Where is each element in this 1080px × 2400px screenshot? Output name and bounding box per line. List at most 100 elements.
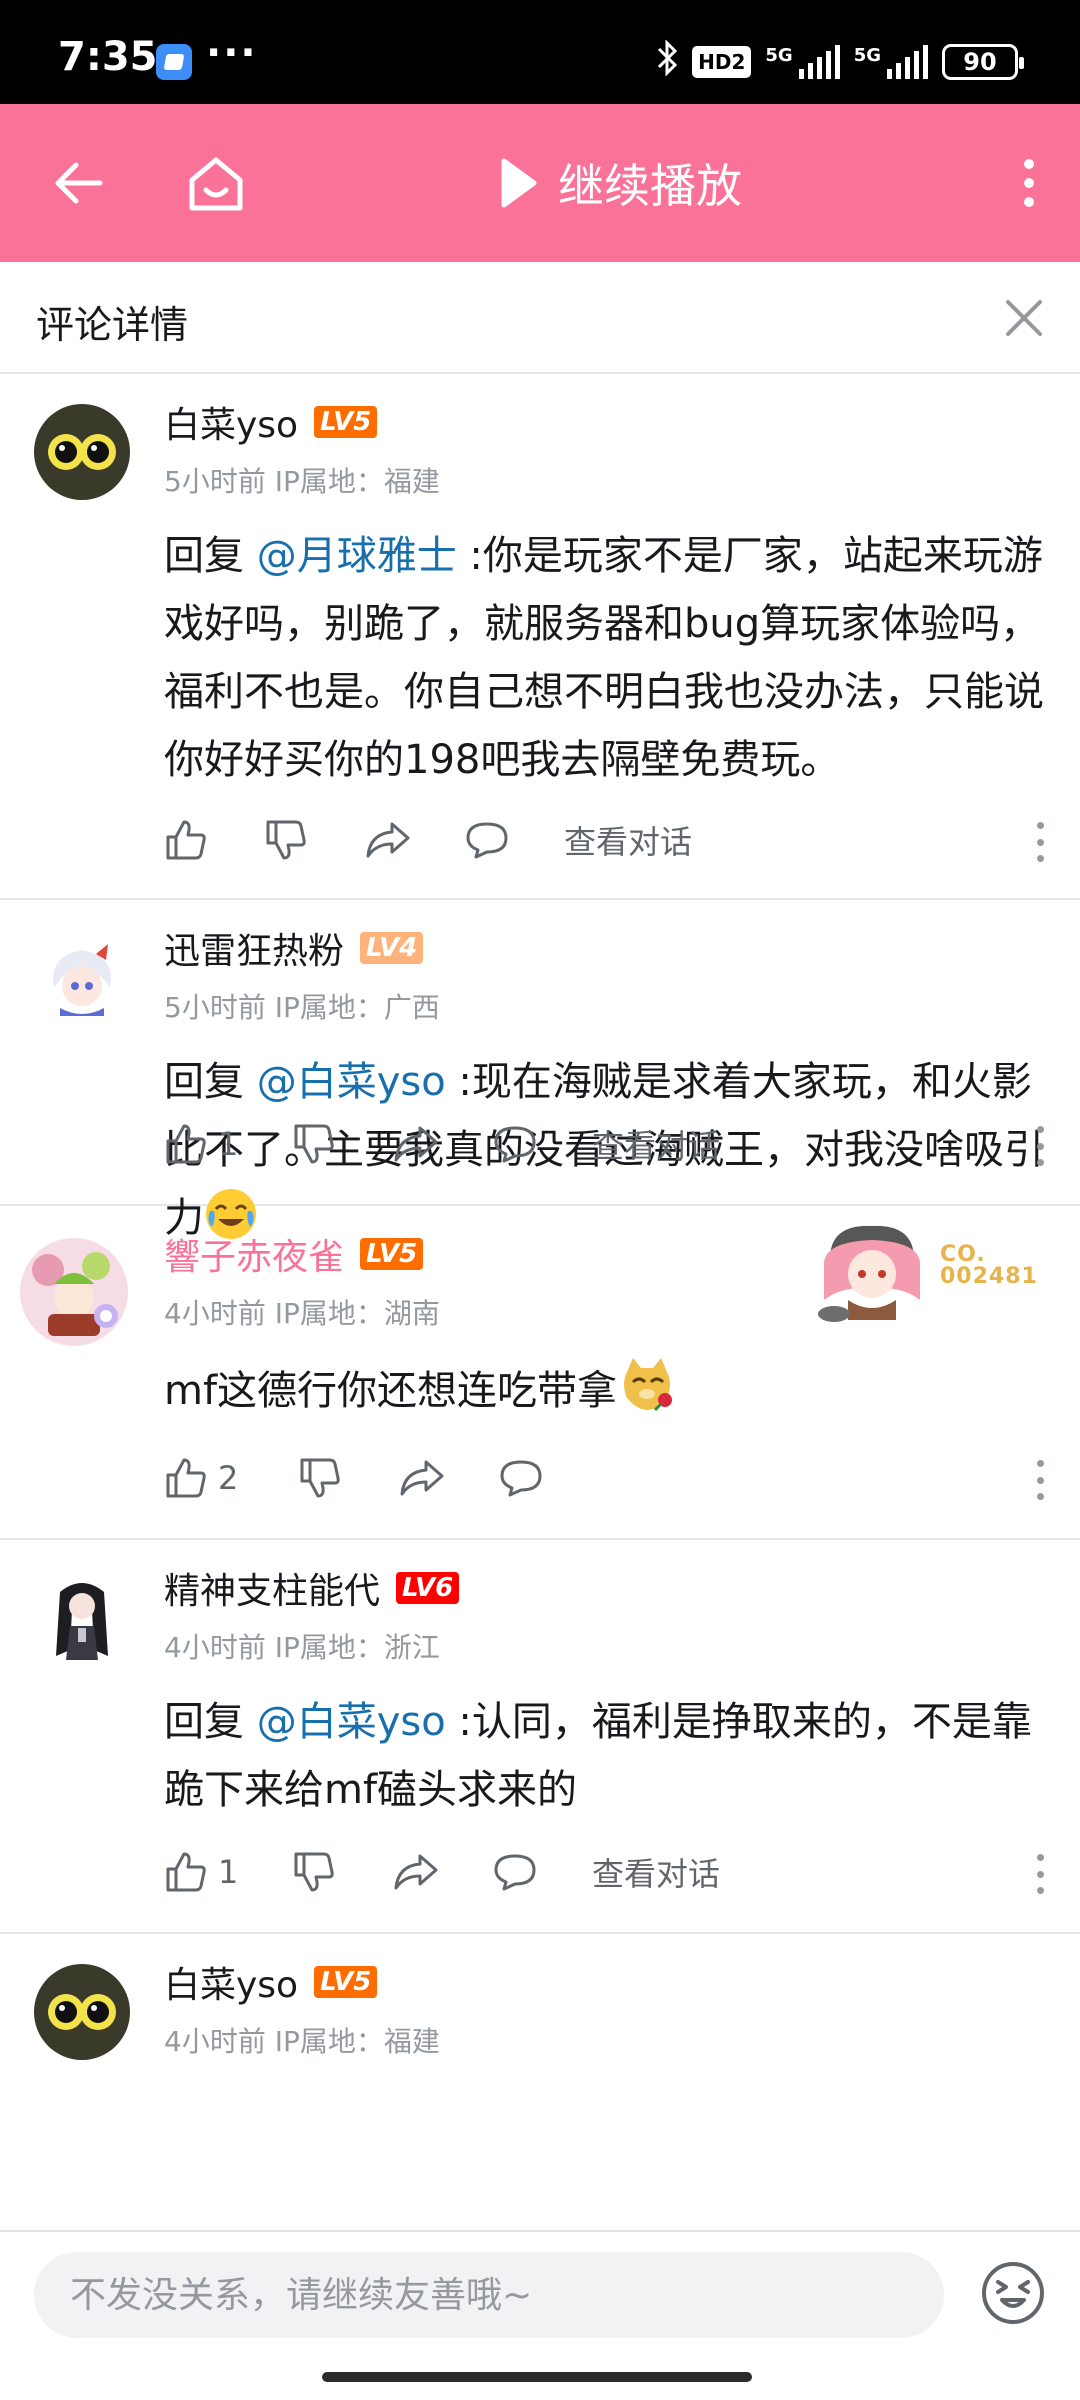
username[interactable]: 響子赤夜雀 — [164, 1228, 344, 1280]
username-row: 精神支柱能代 LV6 — [164, 1562, 460, 1614]
username[interactable]: 白菜yso — [164, 1956, 298, 2008]
like-button[interactable]: 1 — [164, 1842, 292, 1902]
comment-item: 白菜yso LV5 4小时前 IP属地：福建 — [0, 1934, 1080, 2230]
comment-input[interactable] — [34, 2252, 944, 2338]
share-button[interactable] — [364, 810, 464, 870]
level-badge: LV5 — [314, 406, 378, 438]
share-icon — [400, 1460, 444, 1496]
bluetooth-icon — [656, 38, 678, 85]
gesture-home-indicator[interactable] — [322, 2372, 752, 2382]
comment-detail-header: 评论详情 — [0, 262, 1080, 374]
like-button[interactable]: 1 — [164, 1114, 292, 1174]
comment-bubble-icon — [500, 1460, 542, 1497]
user-avatar[interactable] — [34, 1964, 130, 2060]
username-row: 迅雷狂热粉 LV4 — [164, 922, 424, 974]
home-icon — [189, 157, 243, 211]
comment-meta: 4小时前 IP属地：浙江 — [164, 1626, 440, 1666]
owl-avatar-icon — [34, 1964, 130, 2060]
share-icon — [366, 822, 410, 858]
like-button[interactable]: 2 — [164, 1448, 298, 1508]
back-button[interactable] — [44, 148, 114, 218]
dislike-button[interactable] — [298, 1448, 398, 1508]
continue-play-label: 继续播放 — [558, 159, 742, 213]
thumb-up-icon — [166, 1852, 206, 1892]
status-indicators: HD2 5G 5G 90 — [656, 38, 1024, 85]
comment-item: 迅雷狂热粉 LV4 5小时前 IP属地：广西 回复 @白菜yso :现在海贼是求… — [0, 900, 1080, 1241]
close-button[interactable] — [994, 288, 1054, 348]
ip-location: IP属地：湖南 — [274, 1297, 440, 1330]
mention-link[interactable]: @月球雅士 — [257, 533, 457, 579]
comment-list[interactable]: 白菜yso LV5 5小时前 IP属地：福建 回复 @月球雅士 :你是玩家不是厂… — [0, 374, 1080, 2230]
user-avatar[interactable] — [34, 404, 130, 500]
page-title: 评论详情 — [36, 303, 189, 347]
comment-actions: 1 查看对话 — [164, 1842, 1050, 1902]
level-badge: LV6 — [396, 1572, 460, 1604]
view-conversation-link[interactable]: 查看对话 — [592, 1114, 720, 1174]
comment-more-icon[interactable] — [1030, 1126, 1050, 1166]
reply-button[interactable] — [492, 1114, 592, 1174]
emoji-button[interactable] — [980, 2260, 1046, 2326]
dislike-button[interactable] — [264, 810, 364, 870]
reply-button[interactable] — [498, 1448, 598, 1508]
thumb-up-icon — [166, 1458, 206, 1498]
share-icon — [394, 1854, 438, 1890]
comment-input-bar — [0, 2230, 1080, 2400]
share-button[interactable] — [392, 1114, 492, 1174]
owl-avatar-icon — [34, 404, 130, 500]
comment-time: 4小时前 — [164, 1631, 266, 1664]
view-conversation-link[interactable]: 查看对话 — [592, 1842, 720, 1902]
username[interactable]: 白菜yso — [164, 396, 298, 448]
ip-location: IP属地：广西 — [274, 991, 440, 1024]
like-button[interactable] — [164, 810, 264, 870]
username[interactable]: 精神支柱能代 — [164, 1562, 380, 1614]
reply-button[interactable] — [492, 1842, 592, 1902]
thumb-down-icon — [300, 1458, 340, 1498]
close-icon — [1006, 300, 1042, 336]
signal-1-icon: 5G — [765, 45, 840, 79]
username-row: 響子赤夜雀 LV5 — [164, 1228, 424, 1280]
anime-collage-avatar-icon — [20, 1238, 128, 1346]
reply-button[interactable] — [464, 810, 564, 870]
level-badge: LV5 — [360, 1238, 424, 1270]
user-avatar[interactable] — [34, 1570, 130, 1666]
comment-time: 5小时前 — [164, 991, 266, 1024]
comment-item: 響子赤夜雀 LV5 CO. 002481 4小时前 IP属地：湖南 mf这德行你… — [0, 1206, 1080, 1540]
comment-text: mf这德行你还想连吃带拿 — [164, 1354, 1050, 1425]
continue-play-button[interactable]: 继续播放 — [500, 150, 742, 216]
view-conversation-link[interactable]: 查看对话 — [564, 810, 692, 870]
thumb-up-icon — [166, 1124, 206, 1164]
dark-hair-girl-avatar-icon — [34, 1570, 130, 1666]
username[interactable]: 迅雷狂热粉 — [164, 922, 344, 974]
comment-actions: 查看对话 — [164, 810, 1050, 870]
dislike-button[interactable] — [292, 1842, 392, 1902]
share-button[interactable] — [392, 1842, 492, 1902]
anime-girl-avatar-icon — [34, 930, 130, 1026]
thumb-down-icon — [266, 820, 306, 860]
comment-time: 4小时前 — [164, 1297, 266, 1330]
hd-voice-icon: HD2 — [692, 46, 752, 78]
comment-bubble-icon — [494, 1126, 536, 1163]
level-badge: LV4 — [360, 932, 424, 964]
signal-2-icon: 5G — [854, 45, 928, 79]
share-icon — [394, 1126, 438, 1162]
comment-more-icon[interactable] — [1030, 1854, 1050, 1894]
thumb-up-icon — [166, 820, 206, 860]
mention-link[interactable]: @白菜yso — [257, 1059, 446, 1105]
home-button[interactable] — [178, 146, 254, 222]
user-avatar[interactable] — [18, 1236, 130, 1348]
comment-more-icon[interactable] — [1030, 1460, 1050, 1500]
like-count: 2 — [218, 1459, 239, 1497]
battery-icon: 90 — [942, 44, 1024, 80]
more-options-button[interactable] — [1004, 148, 1054, 218]
play-icon — [501, 158, 537, 208]
user-avatar[interactable] — [34, 930, 130, 1026]
comment-meta: 5小时前 IP属地：福建 — [164, 460, 440, 500]
ip-location: IP属地：福建 — [274, 465, 440, 498]
mention-link[interactable]: @白菜yso — [257, 1699, 446, 1745]
dislike-button[interactable] — [292, 1114, 392, 1174]
fan-badge-number: CO. 002481 — [940, 1242, 1038, 1289]
emoji-face-icon — [982, 2262, 1044, 2324]
fan-badge-image[interactable] — [812, 1216, 932, 1326]
share-button[interactable] — [398, 1448, 498, 1508]
comment-more-icon[interactable] — [1030, 822, 1050, 862]
